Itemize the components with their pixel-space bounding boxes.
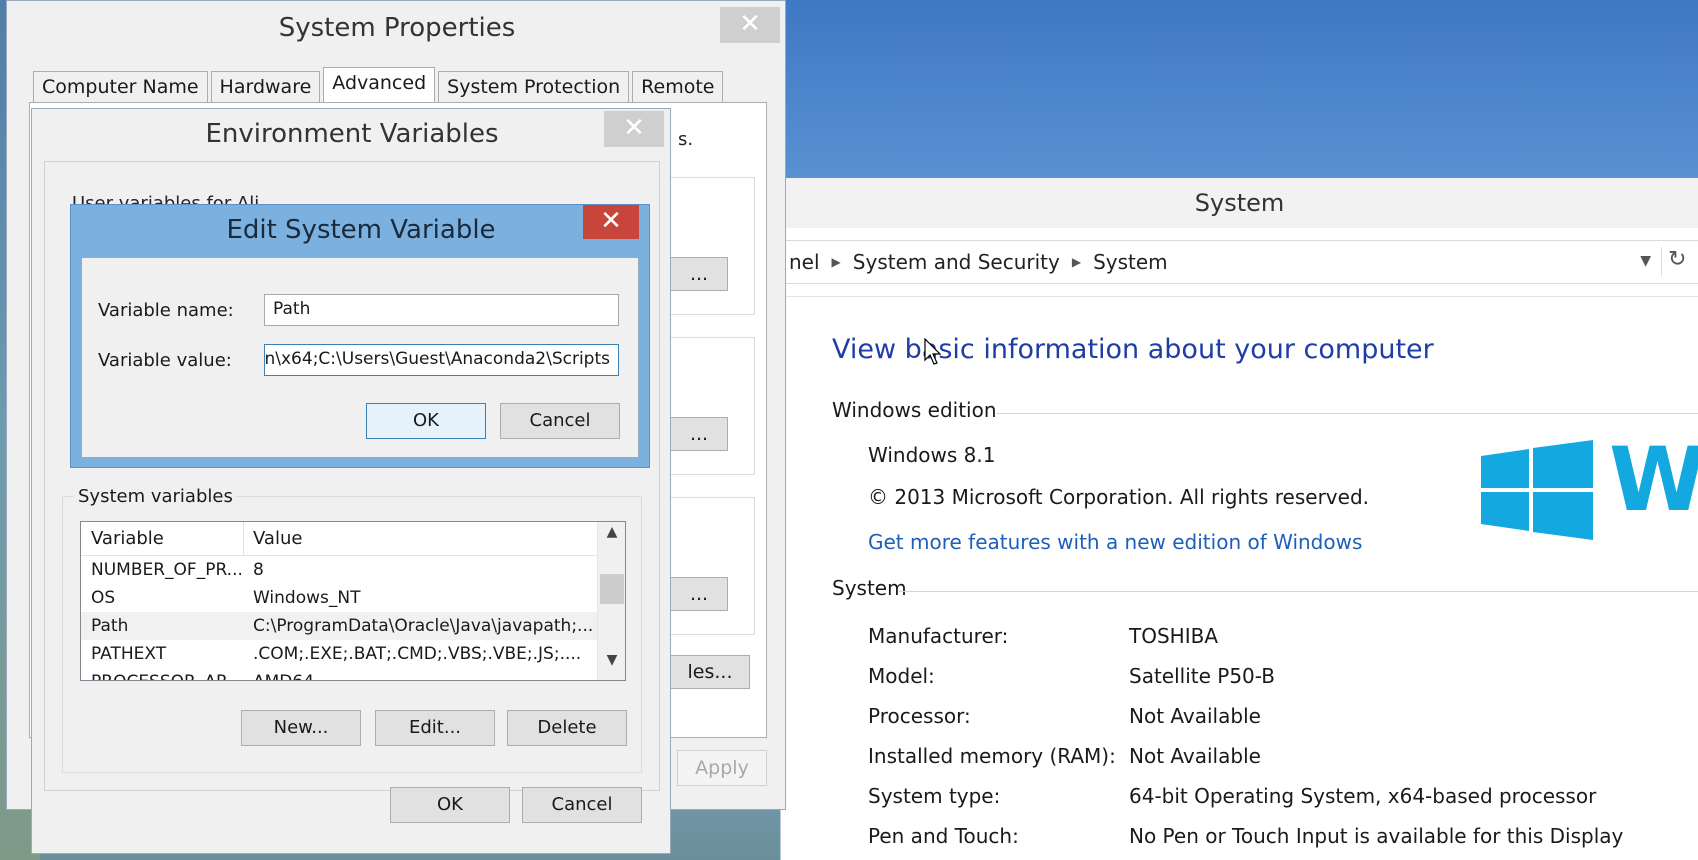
table-row[interactable]: OS Windows_NT bbox=[81, 584, 597, 612]
variable-value-text: bin\x64;C:\Users\Guest\Anaconda2\Scripts bbox=[264, 349, 610, 369]
column-header-value[interactable]: Value bbox=[253, 528, 302, 549]
breadcrumb-chevron-icon[interactable]: ▶ bbox=[1068, 255, 1085, 269]
pen-and-touch-value: No Pen or Touch Input is available for t… bbox=[1129, 824, 1624, 848]
divider bbox=[781, 296, 1698, 297]
panel-text-fragment: s. bbox=[678, 129, 694, 150]
variable-value-field[interactable]: bin\x64;C:\Users\Guest\Anaconda2\Scripts bbox=[264, 344, 619, 376]
system-window-title: System bbox=[781, 178, 1698, 228]
close-icon[interactable]: ✕ bbox=[604, 111, 664, 147]
tab-system-protection[interactable]: System Protection bbox=[438, 71, 630, 103]
variable-value-label: Variable value: bbox=[98, 350, 232, 371]
installed-memory-label: Installed memory (RAM): bbox=[868, 744, 1116, 768]
environment-variables-title: Environment Variables bbox=[205, 119, 499, 149]
pen-and-touch-label: Pen and Touch: bbox=[868, 824, 1019, 848]
processor-value: Not Available bbox=[1129, 704, 1261, 728]
scroll-up-icon[interactable]: ▲ bbox=[598, 524, 625, 550]
breadcrumb-chevron-icon[interactable]: ▶ bbox=[828, 255, 845, 269]
vertical-scrollbar[interactable]: ▲ ▼ bbox=[597, 522, 625, 680]
user-profiles-settings-button[interactable]: ... bbox=[670, 417, 728, 451]
scroll-down-icon[interactable]: ▼ bbox=[598, 652, 625, 678]
system-properties-title: System Properties bbox=[278, 13, 516, 43]
variable-cell: OS bbox=[91, 588, 116, 608]
variable-name-label: Variable name: bbox=[98, 300, 234, 321]
column-header-variable[interactable]: Variable bbox=[91, 528, 164, 549]
startup-recovery-settings-button[interactable]: ... bbox=[670, 577, 728, 611]
scrollbar-thumb[interactable] bbox=[600, 574, 624, 604]
breadcrumb-system-and-security[interactable]: System and Security bbox=[845, 250, 1068, 274]
system-type-value: 64-bit Operating System, x64-based proce… bbox=[1129, 784, 1597, 808]
manufacturer-label: Manufacturer: bbox=[868, 624, 1009, 648]
address-bar[interactable]: nel ▶ System and Security ▶ System ▼ ↻ bbox=[781, 240, 1698, 284]
manufacturer-value: TOSHIBA bbox=[1129, 624, 1218, 648]
variable-cell: PROCESSOR_AR... bbox=[91, 672, 241, 680]
table-row[interactable]: NUMBER_OF_PR... 8 bbox=[81, 556, 597, 584]
tab-strip: Computer Name Hardware Advanced System P… bbox=[33, 67, 726, 103]
tab-hardware[interactable]: Hardware bbox=[210, 71, 321, 103]
value-cell: AMD64 bbox=[253, 672, 593, 680]
close-icon[interactable]: ✕ bbox=[720, 7, 780, 43]
breadcrumb-system[interactable]: System bbox=[1085, 250, 1176, 274]
divider bbox=[899, 591, 1698, 592]
model-value: Satellite P50-B bbox=[1129, 664, 1276, 688]
cancel-button[interactable]: Cancel bbox=[522, 787, 642, 823]
windows-edition-section-title: Windows edition bbox=[832, 398, 997, 422]
edit-button[interactable]: Edit... bbox=[375, 710, 495, 746]
new-button[interactable]: New... bbox=[241, 710, 361, 746]
value-cell: Windows_NT bbox=[253, 588, 361, 608]
divider bbox=[996, 413, 1698, 414]
get-more-features-link[interactable]: Get more features with a new edition of … bbox=[868, 530, 1362, 554]
edit-dialog-body: Variable name: Path Variable value: bin\… bbox=[81, 257, 639, 458]
address-dropdown-icon[interactable]: ▼ bbox=[1640, 253, 1651, 269]
close-icon[interactable]: ✕ bbox=[583, 205, 639, 239]
table-row[interactable]: PROCESSOR_AR... AMD64 bbox=[81, 668, 597, 680]
system-variables-title: System variables bbox=[74, 486, 237, 507]
variable-cell: PATHEXT bbox=[91, 644, 167, 664]
variable-cell: Path bbox=[91, 616, 129, 636]
tab-advanced[interactable]: Advanced bbox=[323, 67, 436, 103]
value-cell: 8 bbox=[253, 560, 264, 580]
apply-button[interactable]: Apply bbox=[677, 750, 767, 786]
ok-button[interactable]: OK bbox=[390, 787, 510, 823]
processor-label: Processor: bbox=[868, 704, 971, 728]
performance-settings-button[interactable]: ... bbox=[670, 257, 728, 291]
value-cell: .COM;.EXE;.BAT;.CMD;.VBS;.VBE;.JS;.... bbox=[253, 644, 582, 664]
mouse-cursor-icon bbox=[924, 337, 942, 371]
variable-cell: NUMBER_OF_PR... bbox=[91, 560, 241, 580]
environment-variables-button[interactable]: les... bbox=[670, 655, 750, 689]
system-type-label: System type: bbox=[868, 784, 1001, 808]
windows-logo-icon bbox=[1481, 440, 1601, 545]
windows-logo-text: Wi bbox=[1609, 428, 1698, 531]
cancel-button[interactable]: Cancel bbox=[500, 403, 620, 439]
list-header: Variable Value bbox=[81, 522, 597, 556]
table-row[interactable]: PATHEXT .COM;.EXE;.BAT;.CMD;.VBS;.VBE;.J… bbox=[81, 640, 597, 668]
page-heading: View basic information about your comput… bbox=[832, 334, 1434, 365]
windows-edition-value: Windows 8.1 bbox=[868, 443, 996, 467]
model-label: Model: bbox=[868, 664, 935, 688]
tab-remote[interactable]: Remote bbox=[632, 71, 724, 103]
ok-button[interactable]: OK bbox=[366, 403, 486, 439]
edit-system-variable-dialog: Edit System Variable ✕ Variable name: Pa… bbox=[70, 204, 650, 468]
copyright-text: © 2013 Microsoft Corporation. All rights… bbox=[868, 485, 1369, 509]
system-window: System nel ▶ System and Security ▶ Syste… bbox=[780, 178, 1698, 860]
tab-computer-name[interactable]: Computer Name bbox=[33, 71, 208, 103]
breadcrumb-control-panel[interactable]: nel bbox=[781, 250, 828, 274]
system-variables-list[interactable]: Variable Value NUMBER_OF_PR... 8 OS Wind… bbox=[80, 521, 626, 681]
installed-memory-value: Not Available bbox=[1129, 744, 1261, 768]
value-cell: C:\ProgramData\Oracle\Java\javapath;... bbox=[253, 616, 593, 636]
table-row-selected[interactable]: Path C:\ProgramData\Oracle\Java\javapath… bbox=[81, 612, 597, 640]
variable-name-field[interactable]: Path bbox=[264, 294, 619, 326]
edit-system-variable-title: Edit System Variable bbox=[226, 215, 496, 245]
system-section-title: System bbox=[832, 576, 907, 600]
delete-button[interactable]: Delete bbox=[507, 710, 627, 746]
refresh-icon[interactable]: ↻ bbox=[1661, 247, 1691, 277]
column-divider[interactable] bbox=[243, 522, 244, 556]
